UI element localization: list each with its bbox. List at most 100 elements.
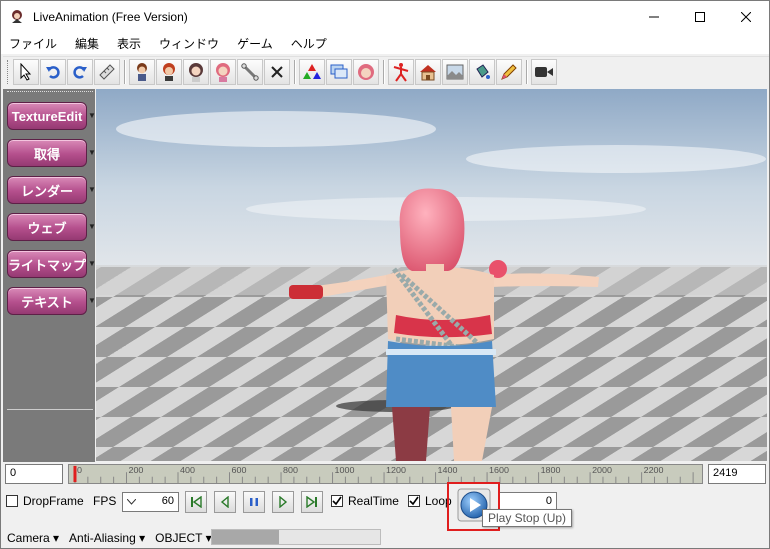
- left-panel: TextureEdit ▼ 取得 ▼ レンダー ▼ ウェブ ▼ ライトマップ ▼…: [3, 89, 96, 462]
- landscape-button[interactable]: [442, 58, 468, 85]
- playback-controls: DropFrame FPS 60 RealTime Loop 0: [1, 489, 769, 515]
- landscape-icon: [446, 64, 464, 79]
- loop-checkbox[interactable]: [408, 495, 420, 507]
- step-forward-icon: [279, 496, 288, 508]
- undo-button[interactable]: [40, 58, 66, 85]
- timeline-ruler[interactable]: 0 200 400 600 800 1000 1200 1400 1600 1800 2000 220…: [68, 464, 703, 484]
- close-button[interactable]: [723, 1, 769, 32]
- realtime-checkbox[interactable]: [331, 495, 343, 507]
- toolbar-grip[interactable]: [7, 59, 10, 84]
- redo-icon: [73, 65, 87, 79]
- toolbar-separator: [294, 59, 296, 84]
- panel-grip[interactable]: [7, 91, 93, 94]
- 3d-viewport[interactable]: [96, 89, 767, 461]
- timeline-tick-label: 0: [77, 466, 82, 475]
- web-button[interactable]: ウェブ: [7, 213, 87, 241]
- menu-window[interactable]: ウィンドウ: [159, 35, 219, 52]
- pause-button[interactable]: [243, 491, 265, 513]
- title-bar: LiveAnimation (Free Version): [1, 1, 769, 32]
- undo-icon: [46, 65, 60, 79]
- face-button[interactable]: [353, 58, 379, 85]
- camera-button[interactable]: [531, 58, 557, 85]
- cursor-icon: [20, 62, 32, 81]
- render-button[interactable]: レンダー: [7, 176, 87, 204]
- timeline-tick-label: 2200: [644, 466, 664, 475]
- playhead-marker[interactable]: [73, 465, 77, 483]
- minimize-button[interactable]: [631, 1, 677, 32]
- minimize-icon: [649, 16, 659, 17]
- texture-edit-button[interactable]: TextureEdit: [7, 102, 87, 130]
- go-to-end-button[interactable]: [301, 491, 323, 513]
- character-red-hair-icon: [163, 62, 175, 81]
- timeline-tick-label: 1600: [489, 466, 509, 475]
- maximize-button[interactable]: [677, 1, 723, 32]
- checkmark-icon: [409, 496, 419, 506]
- rgb-shapes-icon: [303, 63, 321, 79]
- object-label: OBJECT: [155, 530, 203, 545]
- video-camera-icon: [535, 66, 553, 77]
- windows-button[interactable]: [326, 58, 352, 85]
- character-2-button[interactable]: [156, 58, 182, 85]
- windows-icon: [330, 64, 348, 78]
- chevron-down-icon[interactable]: ▼: [88, 111, 96, 120]
- toolbar-separator: [526, 59, 528, 84]
- timeline-tick-label: 1800: [541, 466, 561, 475]
- chevron-down-icon[interactable]: ▼: [88, 222, 96, 231]
- chevron-down-icon[interactable]: ▼: [88, 185, 96, 194]
- dropframe-checkbox[interactable]: [6, 495, 18, 507]
- character-1-button[interactable]: [129, 58, 155, 85]
- cloud: [466, 145, 766, 173]
- menu-view[interactable]: 表示: [117, 35, 141, 52]
- house-button[interactable]: [415, 58, 441, 85]
- step-forward-button[interactable]: [272, 491, 294, 513]
- toolbar: [3, 56, 769, 86]
- text-button[interactable]: テキスト: [7, 287, 87, 315]
- camera-menu[interactable]: Camera ▾: [7, 531, 59, 545]
- redo-button[interactable]: [67, 58, 93, 85]
- maximize-icon: [695, 11, 705, 22]
- go-to-start-button[interactable]: [185, 491, 207, 513]
- menu-help[interactable]: ヘルプ: [291, 35, 327, 52]
- checkmark-icon: [332, 496, 342, 506]
- tooltip: Play Stop (Up): [482, 509, 573, 527]
- panel-divider: [7, 409, 93, 410]
- chevron-down-icon[interactable]: ▼: [88, 259, 96, 268]
- bone-icon: [241, 62, 259, 81]
- character-3-button[interactable]: [183, 58, 209, 85]
- skip-start-icon: [191, 496, 202, 508]
- anti-aliasing-menu[interactable]: Anti-Aliasing ▾: [69, 531, 145, 545]
- ruler-icon: [99, 63, 115, 80]
- ruler-tool-button[interactable]: [94, 58, 120, 85]
- menu-file[interactable]: ファイル: [9, 35, 57, 52]
- menu-game[interactable]: ゲーム: [237, 35, 273, 52]
- character-pink-hair-icon: [216, 62, 230, 82]
- timeline-row: 0 0 200 400 600 800 1000 1200 1400 1600 1800 2000 2…: [1, 462, 769, 486]
- pencil-button[interactable]: [496, 58, 522, 85]
- object-menu[interactable]: OBJECT ▾: [155, 531, 211, 545]
- bone-tool-button[interactable]: [237, 58, 263, 85]
- x-icon: [271, 65, 283, 78]
- chevron-down-icon[interactable]: ▼: [88, 296, 96, 305]
- end-frame-field[interactable]: 2419: [708, 464, 766, 484]
- timeline-tick-label: 200: [128, 466, 143, 475]
- cloud: [116, 111, 436, 147]
- menu-edit[interactable]: 編集: [75, 35, 99, 52]
- anti-aliasing-label: Anti-Aliasing: [69, 530, 136, 545]
- current-frame-field[interactable]: 0: [5, 464, 63, 484]
- select-tool-button[interactable]: [13, 58, 39, 85]
- chevron-down-icon: [127, 499, 136, 505]
- timeline-tick-label: 1200: [386, 466, 406, 475]
- chevron-down-icon[interactable]: ▼: [88, 148, 96, 157]
- delete-button[interactable]: [264, 58, 290, 85]
- paint-bucket-button[interactable]: [469, 58, 495, 85]
- skip-end-icon: [306, 496, 317, 508]
- rgb-shapes-button[interactable]: [299, 58, 325, 85]
- lightmap-button[interactable]: ライトマップ: [7, 250, 87, 278]
- fps-select[interactable]: 60: [122, 492, 179, 512]
- acquire-button[interactable]: 取得: [7, 139, 87, 167]
- character-4-button[interactable]: [210, 58, 236, 85]
- timeline-tick-label: 600: [232, 466, 247, 475]
- realtime-label: RealTime: [348, 494, 399, 508]
- step-back-button[interactable]: [214, 491, 236, 513]
- pose-button[interactable]: [388, 58, 414, 85]
